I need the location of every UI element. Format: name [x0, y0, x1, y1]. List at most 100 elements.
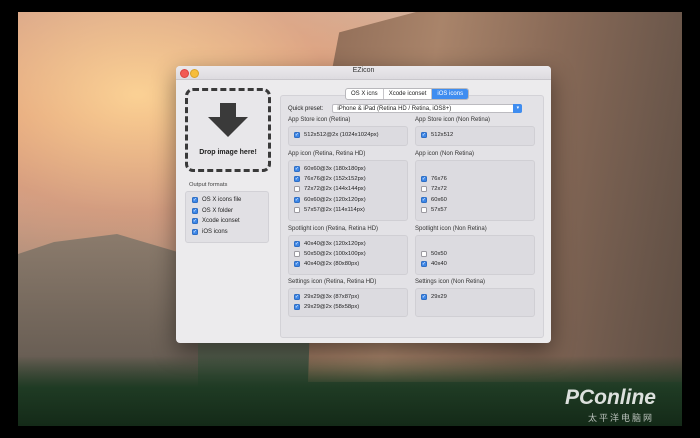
option-label: 76x76 [431, 176, 447, 183]
quick-preset-select[interactable]: iPhone & iPad (Retina HD / Retina, iOS8+… [332, 104, 523, 113]
section-settings-nonretina: Settings icon (Non Retina) ✓ 29x29 [415, 278, 535, 317]
checkbox[interactable]: ✓ [294, 206, 300, 213]
section-title: Settings icon (Retina, Retina HD) [288, 279, 377, 285]
quick-preset-value: iPhone & iPad (Retina HD / Retina, iOS8+… [337, 106, 452, 112]
ios-icons-panel: Quick preset: iPhone & iPad (Retina HD /… [280, 95, 544, 338]
chevron-down-icon[interactable]: ▾ [513, 104, 523, 113]
section-title: Settings icon (Non Retina) [415, 279, 486, 285]
icon-size-option[interactable]: ✓ 29x29@3x (87x87px) [294, 292, 407, 302]
checkbox[interactable]: ✓ [421, 196, 427, 203]
checkbox[interactable]: ✓ [294, 166, 300, 173]
checkbox[interactable]: ✓ [192, 207, 198, 214]
checkbox[interactable]: ✓ [421, 251, 427, 258]
output-format-option[interactable]: ✓ Xcode iconset [192, 216, 268, 227]
section-spotlight-retina: Spotlight icon (Retina, Retina HD) ✓ 40x4… [288, 225, 408, 275]
checkbox[interactable]: ✓ [294, 186, 300, 193]
checkbox[interactable]: ✓ [294, 304, 300, 311]
checkbox[interactable]: ✓ [421, 261, 427, 268]
left-panel: Drop image here! Output formats ✓ OS X ic… [185, 88, 271, 243]
checkbox[interactable]: ✓ [192, 228, 198, 235]
tab-ios-icons[interactable]: iOS icons [431, 89, 469, 99]
checkbox[interactable]: ✓ [294, 196, 300, 203]
checkbox[interactable]: ✓ [421, 132, 427, 139]
tab-bar: OS X icns Xcode iconset iOS icons [345, 88, 470, 100]
section-title: App Store icon (Retina) [288, 117, 351, 123]
option-label: Xcode iconset [202, 218, 240, 225]
image-dropzone[interactable]: Drop image here! [185, 88, 271, 172]
checkbox[interactable]: ✓ [421, 186, 427, 193]
section-box: ✓ 50x50 ✓ 40x40 [415, 235, 535, 275]
option-label: iOS icons [202, 228, 228, 235]
checkbox[interactable]: ✓ [192, 218, 198, 225]
icon-size-option[interactable]: ✓ 60x60@3x (180x180px) [294, 164, 407, 174]
option-label: 72x72@2x (144x144px) [304, 186, 366, 193]
checkbox[interactable]: ✓ [421, 206, 427, 213]
section-spotlight-nonretina: Spotlight icon (Non Retina) ✓ 50x50 ✓ 40x40 [415, 225, 535, 275]
icon-size-option[interactable]: ✓ 40x40@3x (120x120px) [294, 239, 407, 249]
watermark-sub: 太平洋电脑网 [587, 413, 654, 423]
download-arrow-icon [208, 103, 248, 137]
option-label: 29x29@2x (58x58px) [304, 304, 360, 311]
checkbox[interactable]: ✓ [294, 294, 300, 301]
section-title: App Store icon (Non Retina) [415, 117, 491, 123]
icon-size-option[interactable]: ✓ 40x40@2x (80x80px) [294, 259, 407, 269]
checkbox[interactable]: ✓ [294, 261, 300, 268]
icon-size-option[interactable]: ✓ 29x29 [421, 292, 534, 302]
section-title: Spotlight icon (Retina, Retina HD) [288, 226, 379, 232]
section-title: App icon (Non Retina) [415, 151, 475, 157]
section-title: App icon (Retina, Retina HD) [288, 151, 366, 157]
option-label: 50x50@2x (100x100px) [304, 251, 366, 258]
window-title: EZicon [352, 67, 375, 74]
option-label: 76x76@2x (152x152px) [304, 176, 366, 183]
icon-size-option[interactable]: ✓ 72x72@2x (144x144px) [294, 184, 407, 194]
option-label: 512x512@2x (1024x1024px) [304, 132, 379, 139]
option-label: 60x60@2x (120x120px) [304, 196, 366, 203]
icon-size-option[interactable]: ✓ 40x40 [421, 259, 534, 269]
option-label: 60x60 [431, 196, 447, 203]
section-box: ✓ 29x29@3x (87x87px) ✓ 29x29@2x (58x58px) [288, 288, 408, 317]
output-format-option[interactable]: ✓ OS X icons file [192, 195, 268, 206]
section-app-nonretina: App icon (Non Retina) ✓ 76x76 ✓ 72x72 ✓ 60x60… [415, 150, 535, 221]
icon-size-option[interactable]: ✓ 29x29@2x (58x58px) [294, 302, 407, 312]
icon-size-option[interactable]: ✓ 50x50 [421, 249, 534, 259]
option-label: 40x40 [431, 261, 447, 268]
checkbox[interactable]: ✓ [294, 132, 300, 139]
section-box: ✓ 29x29 [415, 288, 535, 317]
icon-size-option[interactable]: ✓ 512x512@2x (1024x1024px) [294, 130, 407, 140]
option-label: 60x60@3x (180x180px) [304, 166, 366, 173]
icon-size-option[interactable]: ✓ 76x76@2x (152x152px) [294, 174, 407, 184]
checkbox[interactable]: ✓ [192, 197, 198, 204]
icon-size-option[interactable]: ✓ 60x60@2x (120x120px) [294, 195, 407, 205]
tab-os-x-icns[interactable]: OS X icns [346, 89, 383, 99]
section-title: Spotlight icon (Non Retina) [415, 226, 487, 232]
titlebar: EZicon [176, 66, 551, 80]
icon-size-option[interactable]: ✓ 76x76 [421, 174, 534, 184]
section-appstore-nonretina: App Store icon (Non Retina) ✓ 512x512 [415, 116, 535, 146]
checkbox[interactable]: ✓ [294, 176, 300, 183]
output-formats-list: ✓ OS X icons file ✓ OS X folder ✓ Xcode icons… [185, 191, 269, 243]
icon-size-option[interactable]: ✓ 57x57@2x (114x114px) [294, 205, 407, 215]
option-label: OS X folder [202, 207, 234, 214]
option-label: 29x29@3x (87x87px) [304, 294, 360, 301]
checkbox[interactable]: ✓ [294, 251, 300, 258]
icon-size-option[interactable]: ✓ 60x60 [421, 195, 534, 205]
checkbox[interactable]: ✓ [421, 294, 427, 301]
section-appstore-retina: App Store icon (Retina) ✓ 512x512@2x (102… [288, 116, 408, 146]
icon-size-option[interactable]: ✓ 512x512 [421, 130, 534, 140]
icon-size-option[interactable]: ✓ 72x72 [421, 184, 534, 194]
quick-preset: Quick preset: iPhone & iPad (Retina HD /… [288, 104, 523, 113]
output-format-option[interactable]: ✓ OS X folder [192, 206, 268, 217]
checkbox[interactable]: ✓ [421, 176, 427, 183]
checkbox[interactable]: ✓ [294, 241, 300, 248]
option-label: 512x512 [431, 132, 454, 139]
section-settings-retina: Settings icon (Retina, Retina HD) ✓ 29x29… [288, 278, 408, 317]
option-label: 40x40@3x (120x120px) [304, 241, 366, 248]
tab-xcode-iconset[interactable]: Xcode iconset [382, 89, 432, 99]
option-label: 40x40@2x (80x80px) [304, 261, 360, 268]
icon-size-option[interactable]: ✓ 50x50@2x (100x100px) [294, 249, 407, 259]
output-formats-label: Output formats [189, 182, 228, 188]
icon-size-option[interactable]: ✓ 57x57 [421, 205, 534, 215]
output-format-option[interactable]: ✓ iOS icons [192, 227, 268, 238]
option-label: 57x57@2x (114x114px) [304, 206, 365, 213]
section-box: ✓ 60x60@3x (180x180px) ✓ 76x76@2x (152x152p… [288, 160, 408, 221]
